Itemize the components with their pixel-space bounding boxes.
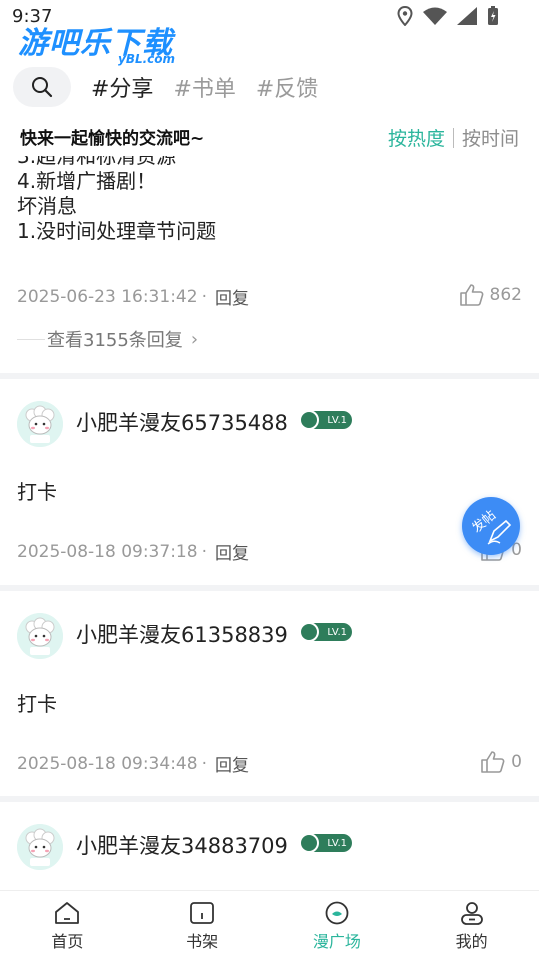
post-card[interactable]: 小肥羊漫友61358839 LV.1 打卡 2025-08-18 09:34:4… [0, 591, 539, 797]
reply-button[interactable]: 回复 [215, 751, 249, 776]
reply-dash [17, 338, 45, 340]
leaf-icon [299, 622, 319, 642]
username[interactable]: 小肥羊漫友34883709 [76, 830, 288, 860]
search-icon [32, 77, 53, 98]
nav-bookshelf[interactable]: 书架 [135, 891, 270, 958]
post-card[interactable]: 小肥羊漫友65735488 LV.1 打卡 2025-08-18 09:37:1… [0, 379, 539, 585]
new-post-fab[interactable]: 发帖 [462, 497, 520, 555]
nav-home[interactable]: 首页 [0, 891, 135, 958]
pen-icon [487, 519, 512, 545]
plaza-icon [325, 901, 349, 925]
sort-by-time-button[interactable]: 按时间 [462, 124, 519, 151]
tag-booklist[interactable]: #书单 [173, 71, 235, 103]
thumbs-up-icon [481, 751, 505, 773]
like-button[interactable]: 862 [459, 284, 522, 306]
sort-bar: 快来一起愉快的交流吧~ 按热度 按时间 [0, 116, 539, 156]
nav-plaza[interactable]: 漫广场 [270, 891, 405, 958]
bottom-nav: 首页 书架 漫广场 我的 [0, 890, 539, 958]
avatar[interactable] [17, 824, 63, 870]
post-line: 坏消息 [17, 194, 77, 218]
like-count: 862 [489, 285, 522, 305]
sheep-avatar-icon [17, 613, 63, 659]
post-timestamp: 2025-06-23 16:31:42 [17, 286, 198, 307]
avatar[interactable] [17, 401, 63, 447]
level-badge: LV.1 [299, 833, 352, 853]
reply-button[interactable]: 回复 [215, 539, 249, 564]
search-button[interactable] [13, 67, 71, 107]
status-icons [397, 6, 499, 26]
view-replies-label: 查看3155条回复 [47, 330, 183, 351]
tag-bar: #分享 #书单 #反馈 [0, 64, 539, 110]
wifi-icon [423, 7, 447, 25]
post-text: 打卡 [17, 692, 57, 716]
post-line: 1.没时间处理章节问题 [17, 219, 217, 243]
meta-dot: · [201, 541, 207, 562]
nav-bookshelf-label: 书架 [186, 932, 219, 951]
post-card[interactable]: 小肥羊漫友34883709 LV.1 [0, 802, 539, 890]
nav-profile[interactable]: 我的 [404, 891, 539, 958]
level-badge: LV.1 [299, 410, 352, 430]
level-badge: LV.1 [299, 622, 352, 642]
leaf-icon [299, 410, 319, 430]
chevron-right-icon: › [190, 328, 199, 350]
post-meta: 2025-08-18 09:37:18 · 回复 [17, 539, 249, 565]
sort-divider [452, 127, 454, 148]
post-text: 打卡 [17, 480, 57, 504]
thumbs-up-icon [459, 284, 483, 306]
nav-plaza-label: 漫广场 [312, 932, 361, 951]
sort-options: 按热度 按时间 [388, 124, 519, 151]
like-count: 0 [511, 752, 522, 772]
like-button[interactable]: 0 [481, 751, 522, 773]
profile-icon [460, 902, 483, 925]
post-timestamp: 2025-08-18 09:37:18 [17, 541, 198, 562]
post-meta: 2025-06-23 16:31:42 · 回复 [17, 284, 249, 310]
post-timestamp: 2025-08-18 09:34:48 [17, 753, 198, 774]
view-replies-link[interactable]: 查看3155条回复 › [17, 326, 198, 352]
leaf-icon [299, 833, 319, 853]
nav-profile-label: 我的 [455, 932, 488, 951]
sort-by-hot-button[interactable]: 按热度 [388, 124, 445, 151]
reply-button[interactable]: 回复 [215, 284, 249, 309]
username[interactable]: 小肥羊漫友65735488 [76, 407, 288, 437]
nav-home-label: 首页 [51, 932, 84, 951]
username[interactable]: 小肥羊漫友61358839 [76, 619, 288, 649]
avatar[interactable] [17, 613, 63, 659]
level-label: LV.1 [327, 837, 347, 849]
sheep-avatar-icon [17, 401, 63, 447]
level-label: LV.1 [327, 626, 347, 638]
bookshelf-icon [190, 902, 215, 924]
signal-icon [457, 7, 477, 25]
tag-feedback[interactable]: #反馈 [256, 71, 318, 103]
post-meta: 2025-08-18 09:34:48 · 回复 [17, 751, 249, 777]
post-partial[interactable]: 3.超清和标清资源 4.新增广播剧！ 坏消息 1.没时间处理章节问题 2025-… [0, 152, 539, 374]
section-title: 快来一起愉快的交流吧~ [20, 128, 205, 149]
meta-dot: · [201, 753, 207, 774]
battery-icon [488, 6, 498, 25]
post-line: 4.新增广播剧！ [17, 169, 157, 193]
sheep-avatar-icon [17, 824, 63, 870]
home-icon [55, 902, 80, 924]
post-body: 3.超清和标清资源 4.新增广播剧！ 坏消息 1.没时间处理章节问题 [17, 152, 216, 244]
meta-dot: · [201, 286, 207, 307]
level-label: LV.1 [327, 414, 347, 426]
location-icon [397, 6, 413, 26]
tag-share[interactable]: #分享 [91, 71, 153, 103]
watermark-logo: 游吧乐下载 yBL.com [18, 18, 188, 68]
